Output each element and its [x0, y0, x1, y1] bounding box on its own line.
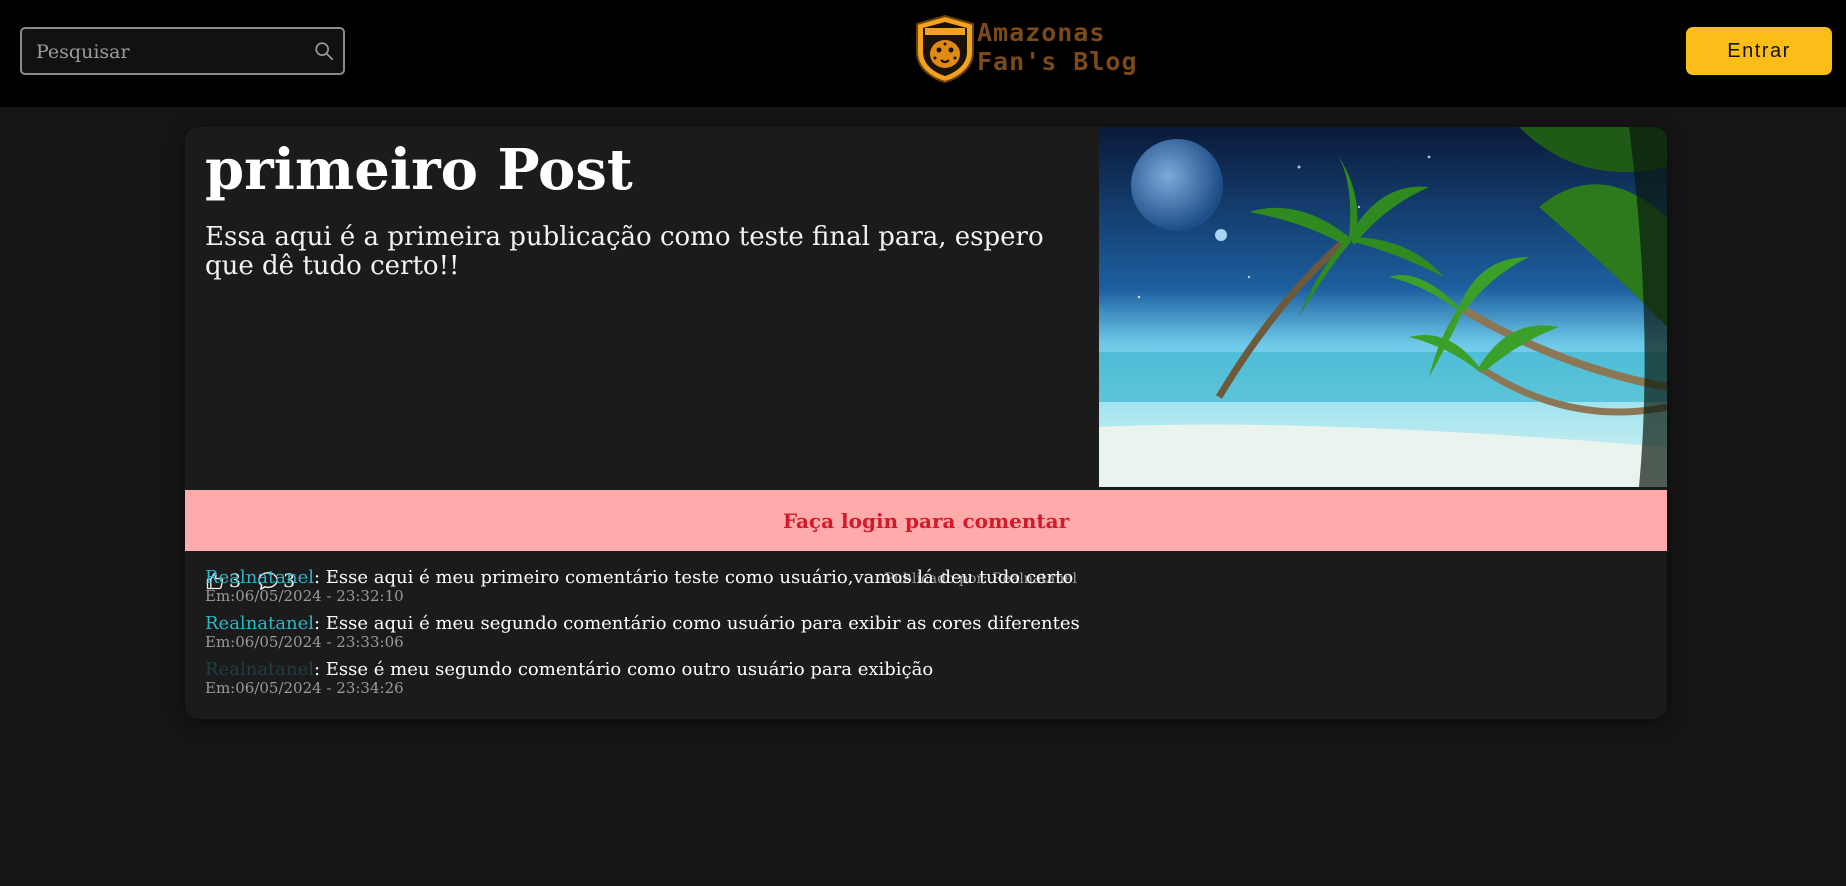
- post-body: Essa aqui é a primeira publicação como t…: [205, 222, 1044, 281]
- beach-palm-image: [1099, 127, 1667, 487]
- comment-text: : Esse aqui é meu segundo comentário com…: [313, 613, 1080, 634]
- comment-author[interactable]: Realnatanel: [205, 613, 314, 634]
- comment-text: : Esse aqui é meu primeiro comentário te…: [313, 567, 1074, 588]
- comment-item: Realnatanel: Esse aqui é meu segundo com…: [205, 613, 1645, 659]
- logo-line-2: Fan's Blog: [977, 47, 1138, 76]
- comment-author[interactable]: Realnatanel: [205, 659, 314, 680]
- search-box: [20, 27, 345, 75]
- comment-timestamp: Em:06/05/2024 - 23:33:06: [205, 633, 404, 651]
- comment-timestamp: Em:06/05/2024 - 23:34:26: [205, 679, 404, 697]
- comment-author[interactable]: Realnatanel: [205, 567, 314, 588]
- login-button[interactable]: Entrar: [1686, 27, 1832, 75]
- comment-text: : Esse é meu segundo comentário como out…: [313, 659, 934, 680]
- login-to-comment-banner[interactable]: Faça login para comentar: [185, 490, 1667, 551]
- search-icon[interactable]: [313, 40, 335, 62]
- comment-list: Realnatanel: Esse aqui é meu primeiro co…: [205, 567, 1645, 705]
- comment-timestamp: Em:06/05/2024 - 23:32:10: [205, 587, 404, 605]
- jaguar-badge-icon: [916, 14, 974, 84]
- site-logo[interactable]: Amazonas Fan's Blog: [913, 14, 1137, 86]
- logo-wordmark: Amazonas Fan's Blog: [977, 18, 1138, 76]
- logo-line-1: Amazonas: [977, 18, 1106, 47]
- comment-item: Realnatanel: Esse aqui é meu primeiro co…: [205, 567, 1645, 613]
- top-bar: Amazonas Fan's Blog Entrar: [0, 0, 1846, 107]
- comment-item: Realnatanel: Esse é meu segundo comentár…: [205, 659, 1645, 705]
- post-card: primeiro Post Essa aqui é a primeira pub…: [185, 127, 1667, 719]
- search-input[interactable]: [34, 37, 304, 67]
- post-title: primeiro Post: [205, 137, 633, 203]
